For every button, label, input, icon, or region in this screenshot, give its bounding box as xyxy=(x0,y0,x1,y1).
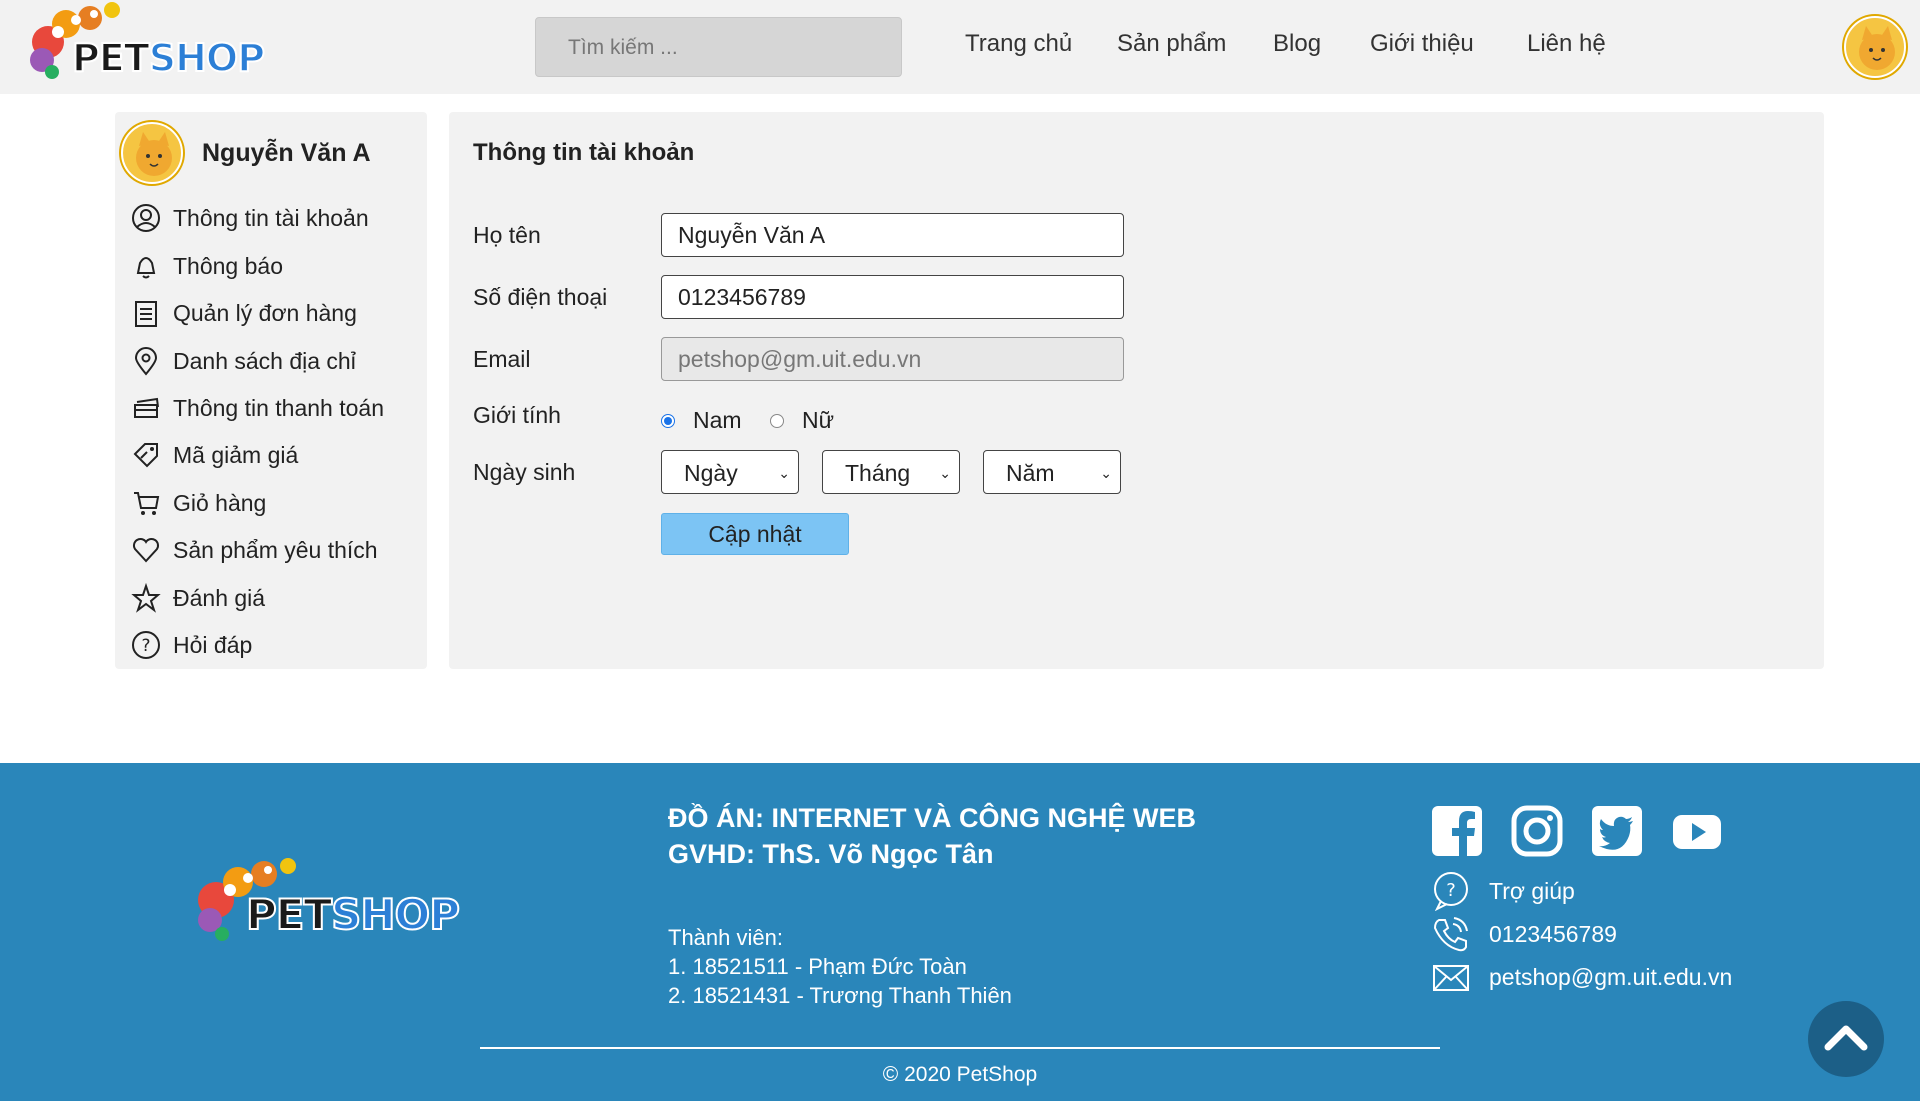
bell-icon xyxy=(136,257,156,279)
copyright: © 2020 PetShop xyxy=(882,1063,1038,1086)
top-header: PETSHOP Tìm kiếm ... Trang chủ Sản phẩm … xyxy=(0,0,1920,94)
sidebar-item-addresses[interactable]: Danh sách địa chỉ xyxy=(131,343,356,379)
chevron-down-icon: ⌄ xyxy=(1100,465,1112,481)
chevron-up-icon xyxy=(1824,1025,1868,1051)
credit-card-icon xyxy=(134,397,159,418)
facebook-icon[interactable] xyxy=(1431,805,1483,857)
sidebar-item-notifications[interactable]: Thông báo xyxy=(131,248,283,284)
member-item: 1. 18521511 - Phạm Đức Toàn xyxy=(668,954,967,979)
members-label: Thành viên: xyxy=(668,925,783,950)
sidebar-item-account-info[interactable]: Thông tin tài khoản xyxy=(131,200,369,236)
name-field[interactable]: Nguyễn Văn A xyxy=(661,213,1124,257)
phone-field[interactable]: 0123456789 xyxy=(661,275,1124,319)
logo-wordmark: PETSHOP xyxy=(245,889,461,940)
avatar xyxy=(121,122,183,184)
youtube-icon[interactable] xyxy=(1671,805,1723,857)
sidebar-item-reviews[interactable]: Đánh giá xyxy=(131,580,265,616)
dob-day-select[interactable]: Ngày ⌄ xyxy=(661,450,799,494)
scroll-to-top-button[interactable] xyxy=(1808,1001,1884,1077)
user-name: Nguyễn Văn A xyxy=(202,139,371,167)
radio-checked-icon[interactable] xyxy=(661,413,675,428)
update-button[interactable]: Cập nhật xyxy=(661,513,849,555)
footer-divider xyxy=(480,1047,1440,1049)
dob-year-select[interactable]: Năm ⌄ xyxy=(983,450,1121,494)
gender-male-radio[interactable]: Nam xyxy=(661,407,742,434)
project-title: ĐỒ ÁN: INTERNET VÀ CÔNG NGHỆ WEB xyxy=(668,803,1197,833)
coupon-icon xyxy=(133,443,158,468)
page-title: Thông tin tài khoản xyxy=(473,139,695,166)
radio-unchecked-icon[interactable] xyxy=(770,413,784,428)
location-pin-icon xyxy=(134,347,158,376)
svg-text:?: ? xyxy=(141,636,150,656)
mail-icon xyxy=(1433,965,1469,991)
nav-products[interactable]: Sản phẩm xyxy=(1117,30,1226,58)
email-link[interactable]: petshop@gm.uit.edu.vn xyxy=(1431,957,1732,997)
sidebar-item-cart[interactable]: Giỏ hàng xyxy=(131,485,266,521)
nav-home[interactable]: Trang chủ xyxy=(965,30,1072,58)
dob-month-select[interactable]: Tháng ⌄ xyxy=(822,450,960,494)
sidebar-item-orders[interactable]: Quản lý đơn hàng xyxy=(131,295,357,331)
star-icon xyxy=(131,583,161,613)
phone-label: Số điện thoại xyxy=(473,284,608,310)
search-input[interactable]: Tìm kiếm ... xyxy=(535,17,902,77)
cart-icon xyxy=(134,492,160,515)
footer-logo[interactable]: PETSHOP xyxy=(196,856,461,952)
twitter-icon[interactable] xyxy=(1591,805,1643,857)
chevron-down-icon: ⌄ xyxy=(778,465,790,481)
nav-contact[interactable]: Liên hệ xyxy=(1527,30,1606,58)
phone-icon xyxy=(1433,917,1468,952)
user-icon xyxy=(132,204,160,232)
chevron-down-icon: ⌄ xyxy=(939,465,951,481)
heart-icon xyxy=(132,537,160,563)
dob-label: Ngày sinh xyxy=(473,459,576,485)
account-info-panel: Thông tin tài khoản Họ tên Nguyễn Văn A … xyxy=(449,112,1824,669)
sidebar-item-payment[interactable]: Thông tin thanh toán xyxy=(131,390,384,426)
account-sidebar: Nguyễn Văn A Thông tin tài khoản Thông b… xyxy=(115,112,427,669)
logo-wordmark: PETSHOP xyxy=(71,35,266,81)
clipboard-icon xyxy=(135,301,157,327)
nav-blog[interactable]: Blog xyxy=(1273,30,1321,58)
gender-label: Giới tính xyxy=(473,402,561,428)
gender-female-radio[interactable]: Nữ xyxy=(770,407,834,434)
instagram-icon[interactable] xyxy=(1511,805,1563,857)
sidebar-item-coupons[interactable]: Mã giảm giá xyxy=(131,437,298,473)
phone-link[interactable]: 0123456789 xyxy=(1431,914,1617,954)
email-label: Email xyxy=(473,346,531,372)
svg-text:?: ? xyxy=(1446,880,1456,901)
sidebar-item-faq[interactable]: ? Hỏi đáp xyxy=(131,627,252,663)
help-chat-icon: ? xyxy=(1434,872,1468,911)
supervisor-title: GVHD: ThS. Võ Ngọc Tân xyxy=(668,839,994,869)
question-icon: ? xyxy=(132,631,160,659)
help-link[interactable]: ? Trợ giúp xyxy=(1431,871,1575,911)
site-footer: PETSHOP ĐỒ ÁN: INTERNET VÀ CÔNG NGHỆ WEB… xyxy=(0,763,1920,1101)
user-avatar[interactable] xyxy=(1844,16,1906,78)
member-item: 2. 18521431 - Trương Thanh Thiên xyxy=(668,983,1012,1008)
sidebar-item-wishlist[interactable]: Sản phẩm yêu thích xyxy=(131,532,378,568)
email-field: petshop@gm.uit.edu.vn xyxy=(661,337,1124,381)
nav-about[interactable]: Giới thiệu xyxy=(1370,30,1474,58)
petshop-logo[interactable]: PETSHOP xyxy=(28,2,268,88)
name-label: Họ tên xyxy=(473,222,541,248)
